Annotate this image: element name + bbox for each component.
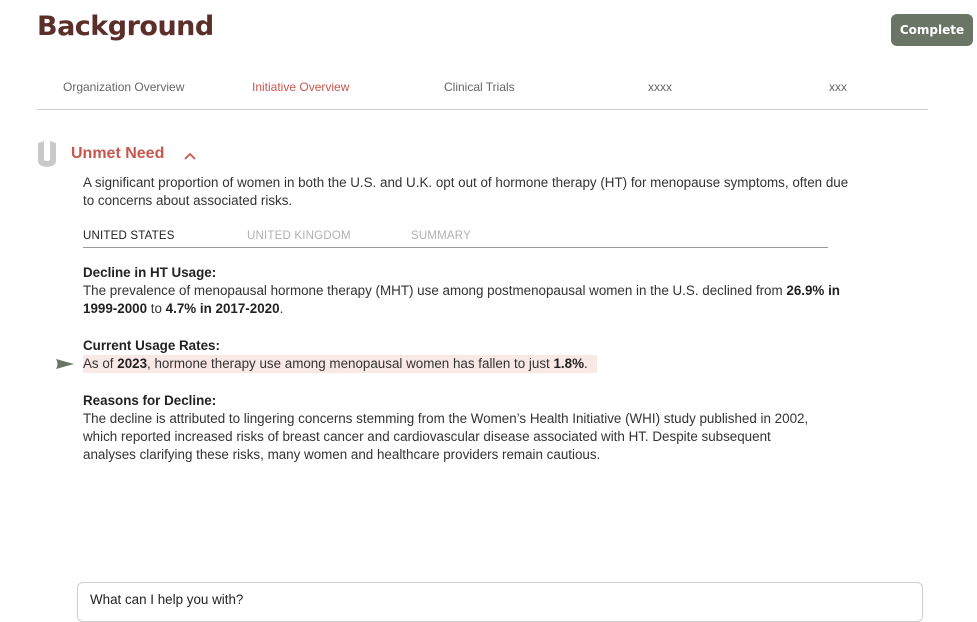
country-tabs: UNITED STATES UNITED KINGDOM SUMMARY <box>83 229 828 248</box>
reasons-block: Reasons for Decline: The decline is attr… <box>83 392 818 464</box>
current-usage-block: Current Usage Rates: As of 2023, hormone… <box>83 337 853 373</box>
main-tabs: Organization Overview Initiative Overvie… <box>37 72 928 110</box>
page-title: Background <box>37 11 214 42</box>
decline-heading: Decline in HT Usage: <box>83 265 217 280</box>
tab-clinical-trials[interactable]: Clinical Trials <box>444 80 515 94</box>
chevron-up-icon[interactable] <box>183 149 197 163</box>
chat-box <box>77 582 923 622</box>
complete-button[interactable]: Complete <box>891 14 973 46</box>
decline-block: Decline in HT Usage: The prevalence of m… <box>83 264 853 318</box>
current-usage-text: As of 2023, hormone therapy use among me… <box>83 355 853 373</box>
subtab-summary[interactable]: SUMMARY <box>411 230 471 242</box>
current-usage-heading: Current Usage Rates: <box>83 338 220 353</box>
reasons-text: The decline is attributed to lingering c… <box>83 411 809 462</box>
tab-initiative-overview[interactable]: Initiative Overview <box>252 80 349 94</box>
pointer-arrow-icon <box>56 359 74 369</box>
highlighted-sentence: As of 2023, hormone therapy use among me… <box>83 355 597 373</box>
subtab-united-states[interactable]: UNITED STATES <box>83 230 175 242</box>
decline-text: The prevalence of menopausal hormone the… <box>83 283 840 316</box>
tab-xxx[interactable]: xxx <box>829 80 847 94</box>
section-intro: A significant proportion of women in bot… <box>83 175 849 208</box>
section-title: Unmet Need <box>71 145 165 162</box>
chat-input[interactable] <box>90 592 890 607</box>
shield-bookmark-icon <box>38 141 56 167</box>
reasons-heading: Reasons for Decline: <box>83 393 217 408</box>
subtab-united-kingdom[interactable]: UNITED KINGDOM <box>247 230 351 242</box>
tab-organization-overview[interactable]: Organization Overview <box>63 80 184 94</box>
tab-xxxx[interactable]: xxxx <box>648 80 672 94</box>
